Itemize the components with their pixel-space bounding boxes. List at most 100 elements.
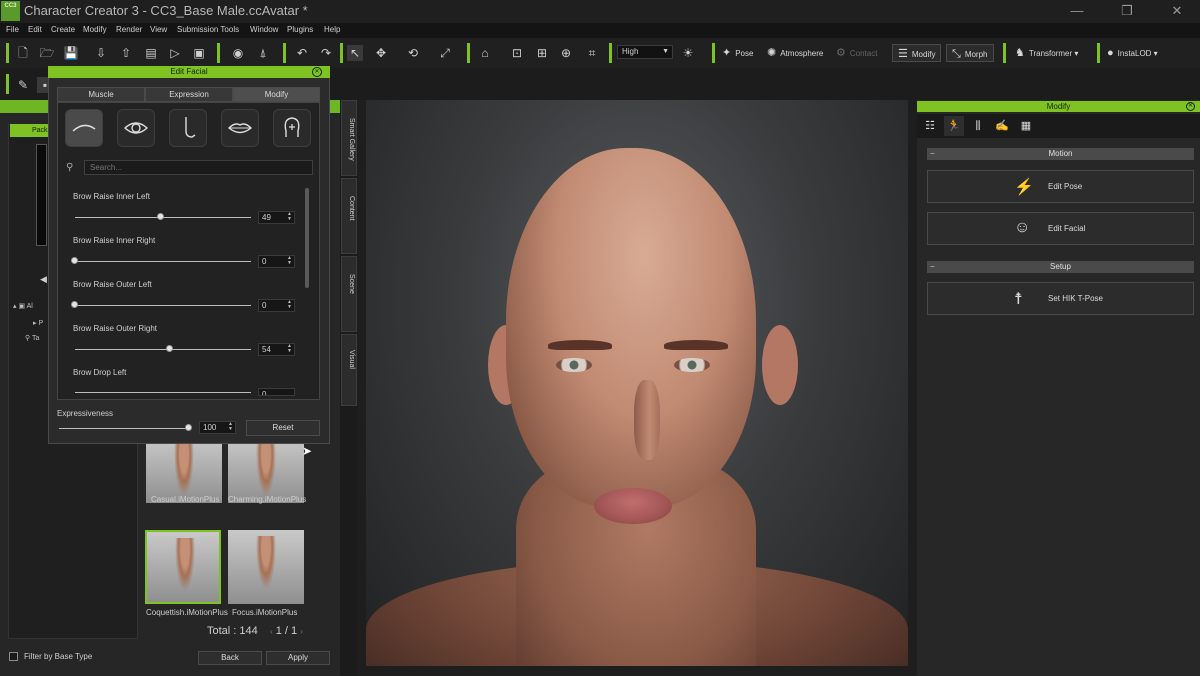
brush-icon[interactable]: ✎ (15, 77, 31, 93)
slider-track[interactable] (75, 305, 251, 306)
tree-item-tag[interactable]: ⚲ Ta (25, 334, 39, 342)
slider-value[interactable]: 0 ▲ ▼ (258, 299, 295, 312)
frame-icon[interactable]: ⊞ (534, 45, 550, 61)
spinner-icon[interactable]: ▲ ▼ (287, 344, 292, 354)
dialog-close-icon[interactable]: ✕ (312, 67, 322, 77)
spinner-icon[interactable]: ▲ ▼ (287, 256, 292, 266)
tab-smart-gallery[interactable]: Smart Gallery (341, 100, 357, 176)
import-icon[interactable]: ⇩ (93, 45, 109, 61)
close-button[interactable]: ✕ (1162, 2, 1192, 20)
tab-muscle[interactable]: Muscle (57, 87, 145, 102)
expressiveness-value[interactable]: 100 ▲ ▼ (199, 421, 236, 434)
pose-button[interactable]: ✦ Pose (722, 44, 753, 62)
skeleton-icon[interactable]: ⍋ (255, 45, 271, 61)
slider-track[interactable] (75, 392, 251, 393)
fit-icon[interactable]: ⊡ (509, 45, 525, 61)
collapse-arrow-icon[interactable]: ◀ (40, 274, 47, 285)
menu-plugins[interactable]: Plugins (287, 25, 313, 34)
slider-knob[interactable] (71, 257, 78, 264)
quality-select[interactable]: High ▼ (617, 45, 673, 59)
menu-render[interactable]: Render (116, 25, 142, 34)
gallery-item-focus[interactable] (228, 530, 304, 604)
expressiveness-knob[interactable] (185, 424, 192, 431)
slider-knob[interactable] (166, 345, 174, 352)
slider-track[interactable] (75, 349, 251, 350)
tree-item-p[interactable]: ▸ P (33, 319, 43, 327)
restore-button[interactable]: ❐ (1112, 2, 1142, 20)
menu-file[interactable]: File (6, 25, 19, 34)
menu-help[interactable]: Help (324, 25, 340, 34)
save-icon[interactable]: 💾 (63, 45, 79, 61)
brow-part-button[interactable] (65, 109, 103, 147)
material-tab-icon[interactable]: ✍ (992, 116, 1012, 136)
atmosphere-button[interactable]: ✺ Atmosphere (767, 44, 823, 62)
rotate-icon[interactable]: ⟲ (405, 45, 421, 61)
eye-part-button[interactable] (117, 109, 155, 147)
menu-window[interactable]: Window (250, 25, 278, 34)
menu-modify[interactable]: Modify (83, 25, 107, 34)
usd-export-icon[interactable]: ▤ (143, 45, 159, 61)
tab-modify[interactable]: Modify (233, 87, 320, 102)
morph-button[interactable]: ⤡ Morph (946, 44, 994, 62)
slider-track[interactable] (75, 261, 251, 262)
setup-section-header[interactable]: − Setup (927, 261, 1194, 273)
spinner-icon[interactable]: ▲ ▼ (287, 300, 292, 310)
texture-tab-icon[interactable]: ▦ (1016, 116, 1036, 136)
align-tab-icon[interactable]: ⫼ (968, 116, 988, 136)
menu-edit[interactable]: Edit (28, 25, 42, 34)
camera-icon[interactable]: ⌗ (584, 45, 600, 61)
home-icon[interactable]: ⌂ (477, 45, 493, 61)
menu-submission-tools[interactable]: Submission Tools (177, 25, 239, 34)
head-part-button[interactable] (273, 109, 311, 147)
motion-section-header[interactable]: − Motion (927, 148, 1194, 160)
move-icon[interactable]: ✥ (373, 45, 389, 61)
3d-viewport[interactable] (366, 100, 908, 666)
spinner-icon[interactable]: ▲ ▼ (287, 212, 292, 222)
gallery-item-charming[interactable] (228, 437, 304, 503)
open-folder-icon[interactable]: 🗁 (39, 45, 55, 61)
expressiveness-track[interactable] (59, 428, 189, 429)
slider-value[interactable]: 0 ▲ ▼ (258, 255, 295, 268)
new-file-icon[interactable]: 🗋 (15, 45, 31, 61)
minimize-button[interactable]: — (1062, 2, 1092, 20)
slider-value[interactable]: 49 ▲ ▼ (258, 211, 295, 224)
pack-tab[interactable]: Pack (10, 124, 50, 137)
lips-part-button[interactable] (221, 109, 259, 147)
tab-visual[interactable]: Visual (341, 334, 357, 406)
scale-icon[interactable]: ⤢ (437, 45, 453, 61)
slider-knob[interactable] (71, 301, 78, 308)
filter-checkbox[interactable] (9, 652, 18, 661)
next-page-icon[interactable]: › (300, 627, 303, 636)
render-icon[interactable]: ▣ (191, 45, 207, 61)
sliders-scrollbar[interactable] (305, 188, 309, 288)
motion-tab-icon[interactable]: 🏃 (944, 116, 964, 136)
headshot-icon[interactable]: ◉ (230, 45, 246, 61)
tab-content[interactable]: Content (341, 178, 357, 254)
redo-icon[interactable]: ↷ (318, 45, 334, 61)
slider-value[interactable]: 0 (258, 388, 295, 396)
tab-expression[interactable]: Expression (145, 87, 233, 102)
menu-view[interactable]: View (150, 25, 167, 34)
modify-button[interactable]: ☰ Modify (892, 44, 942, 62)
prev-page-icon[interactable]: ‹ (270, 627, 273, 636)
tab-scene[interactable]: Scene (341, 256, 357, 332)
panel-close-icon[interactable]: ✕ (1186, 102, 1195, 111)
nose-part-button[interactable] (169, 109, 207, 147)
tree-item-all[interactable]: ▴ ▣ Al (13, 302, 33, 310)
slider-value[interactable]: 54 ▲ ▼ (258, 343, 295, 356)
attributes-tab-icon[interactable]: ☷ (920, 116, 940, 136)
apply-button[interactable]: Apply (266, 651, 330, 665)
instalod-button[interactable]: ● InstaLOD ▾ (1107, 44, 1158, 62)
undo-icon[interactable]: ↶ (294, 45, 310, 61)
transformer-button[interactable]: ♞ Transformer ▾ (1015, 44, 1078, 62)
menu-create[interactable]: Create (51, 25, 75, 34)
focus-icon[interactable]: ⊕ (558, 45, 574, 61)
reset-button[interactable]: Reset (246, 420, 320, 436)
gallery-item-casual[interactable] (146, 437, 222, 503)
back-button[interactable]: Back (198, 651, 262, 665)
edit-facial-button[interactable]: ☺ Edit Facial (927, 212, 1194, 245)
search-input[interactable]: Search... (84, 160, 313, 175)
contact-button[interactable]: ⚙ Contact (836, 44, 877, 62)
set-hik-tpose-button[interactable]: ☨ Set HIK T-Pose (927, 282, 1194, 315)
light-icon[interactable]: ☀ (680, 45, 696, 61)
